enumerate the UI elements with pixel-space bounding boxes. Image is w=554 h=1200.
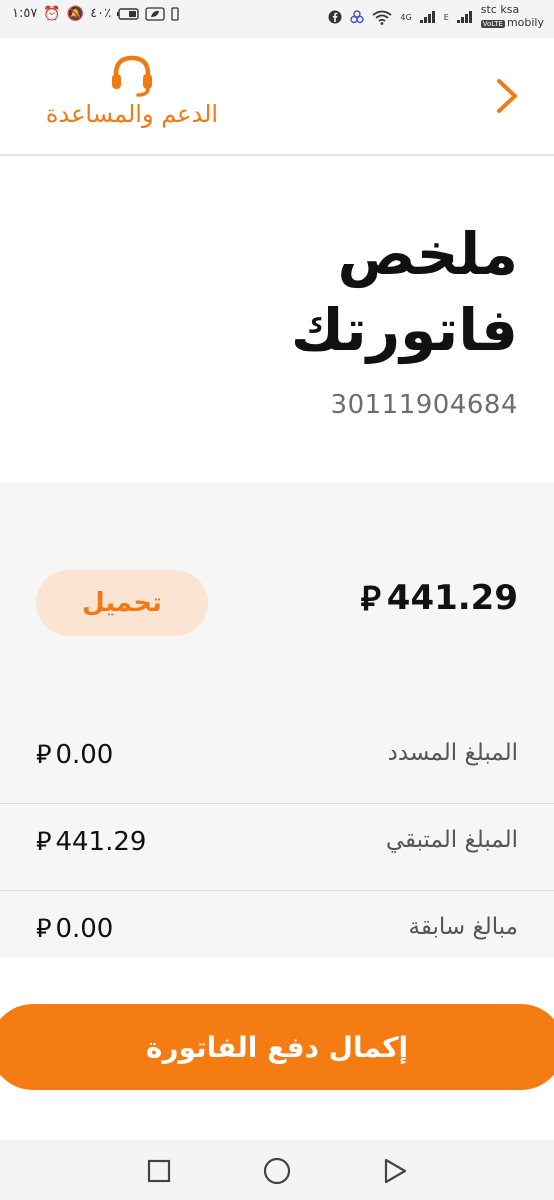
previous-amount-number: 0.00	[55, 913, 114, 944]
remaining-amount-value: ⃁ 441.29	[36, 825, 146, 858]
total-row: تحميل ⃁ 441.29	[0, 570, 554, 640]
paid-amount-number: 0.00	[55, 739, 114, 770]
bill-summary-card: تحميل ⃁ 441.29 المبلغ المسدد ⃁ 0.00 المب…	[0, 482, 554, 958]
remaining-amount-number: 441.29	[55, 826, 147, 857]
paid-amount-value: ⃁ 0.00	[36, 738, 113, 771]
signal-icon-2	[456, 11, 473, 23]
riyal-icon: ⃁	[36, 914, 52, 944]
remaining-amount-row: المبلغ المتبقي ⃁ 441.29	[0, 805, 554, 891]
previous-amount-label: مبالغ سابقة	[408, 914, 518, 940]
support-label: الدعم والمساعدة	[45, 100, 219, 128]
download-button[interactable]: تحميل	[36, 570, 208, 636]
bill-number: 30111904684	[330, 390, 518, 420]
alarm-icon: ⏰	[43, 5, 61, 22]
sim-icon	[171, 6, 179, 21]
circle-icon	[263, 1157, 291, 1185]
mute-icon: 🔕	[66, 5, 85, 22]
headset-icon	[112, 55, 152, 97]
bill-title-section: ملخص فاتورتك 30111904684	[0, 158, 554, 482]
paid-amount-row: المبلغ المسدد ⃁ 0.00	[0, 718, 554, 804]
status-left: ١:٥٧ ⏰ 🔕 ٤٠٪	[12, 6, 179, 21]
triangle-back-icon	[384, 1158, 407, 1184]
system-nav-bar	[0, 1140, 554, 1200]
total-amount: ⃁ 441.29	[361, 576, 518, 620]
back-button[interactable]	[490, 74, 524, 118]
page-title-line-2: فاتورتك	[290, 296, 518, 364]
back-nav-button[interactable]	[380, 1156, 410, 1186]
status-right: 4G E stc ksa VoLTE mobily	[328, 3, 544, 31]
signal-icon-1	[419, 11, 436, 23]
riyal-icon: ⃁	[36, 827, 52, 857]
support-button[interactable]: الدعم والمساعدة	[32, 54, 232, 140]
total-amount-value: 441.29	[386, 578, 518, 618]
battery-icon	[117, 7, 139, 20]
riyal-icon: ⃁	[36, 740, 52, 770]
previous-amount-value: ⃁ 0.00	[36, 912, 113, 945]
facebook-icon	[328, 10, 342, 24]
paid-amount-label: المبلغ المسدد	[387, 740, 518, 766]
chevron-right-icon	[497, 79, 517, 113]
carrier-names: stc ksa VoLTE mobily	[480, 3, 544, 31]
network-e: E	[443, 12, 449, 22]
status-time: ١:٥٧	[12, 6, 38, 21]
leaf-icon	[145, 6, 165, 21]
network-4g: 4G	[400, 12, 412, 22]
carrier-1: stc ksa	[480, 3, 520, 16]
recents-button[interactable]	[144, 1156, 174, 1186]
status-bar: ١:٥٧ ⏰ 🔕 ٤٠٪ 4G E stc ksa VoLTE mobily	[0, 0, 554, 38]
page-title: ملخص فاتورتك	[291, 216, 518, 368]
app-header: الدعم والمساعدة	[0, 38, 554, 156]
remaining-amount-label: المبلغ المتبقي	[385, 827, 518, 853]
page-title-line-1: ملخص	[337, 220, 518, 288]
square-icon	[147, 1159, 171, 1183]
battery-percent: ٤٠٪	[90, 6, 112, 21]
complete-payment-button[interactable]: إكمال دفع الفاتورة	[0, 1004, 554, 1090]
previous-amount-row: مبالغ سابقة ⃁ 0.00	[0, 892, 554, 978]
hotspot-icon	[350, 10, 365, 24]
riyal-icon: ⃁	[360, 579, 381, 619]
wifi-icon	[372, 10, 392, 25]
home-button[interactable]	[262, 1156, 292, 1186]
carrier-2: mobily	[506, 16, 544, 29]
volte-badge: VoLTE	[480, 20, 505, 28]
